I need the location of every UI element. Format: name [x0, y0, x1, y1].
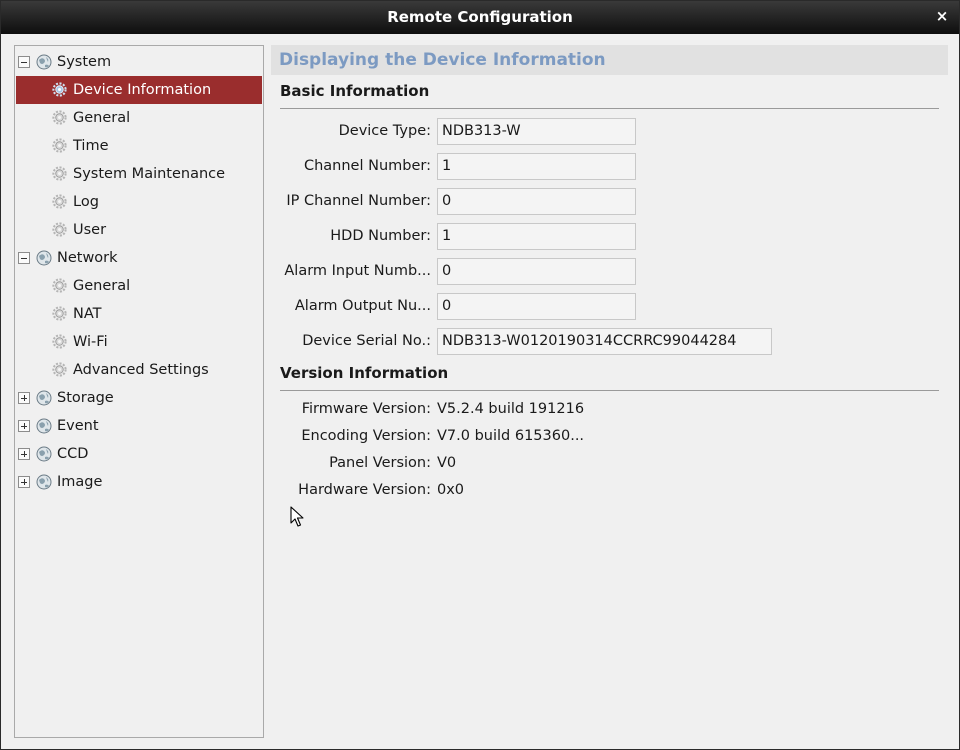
close-icon[interactable]: × — [933, 7, 951, 25]
basic-information-heading: Basic Information — [280, 82, 430, 100]
tree-group-label: System — [57, 54, 112, 70]
encoding-version-value: V7.0 build 615360... — [437, 428, 585, 444]
device-serial-number-label: Device Serial No.: — [302, 333, 431, 349]
tree-group-label: Network — [57, 250, 118, 266]
tree-item-label: General — [73, 278, 131, 294]
alarm-input-number-label: Alarm Input Numb... — [284, 263, 431, 279]
globe-icon — [36, 250, 52, 266]
globe-icon — [36, 446, 52, 462]
firmware-version-value: V5.2.4 build 191216 — [437, 401, 585, 417]
hdd-number-label: HDD Number: — [330, 228, 431, 244]
gear-icon — [52, 362, 67, 377]
panel-version-label: Panel Version: — [329, 455, 431, 471]
hardware-version-label: Hardware Version: — [298, 482, 431, 498]
alarm-output-number-label: Alarm Output Nu... — [294, 298, 431, 314]
expand-toggle-icon[interactable] — [18, 420, 30, 432]
version-information-heading: Version Information — [280, 364, 449, 382]
device-type-label: Device Type: — [338, 123, 431, 139]
channel-number-label: Channel Number: — [303, 158, 431, 174]
gear-icon — [52, 222, 67, 237]
title-bar: Remote Configuration × — [1, 1, 959, 34]
tree-item-wifi[interactable]: Wi-Fi — [16, 328, 262, 356]
tree-item-network-general[interactable]: General — [16, 272, 262, 300]
gear-icon — [52, 194, 67, 209]
expand-toggle-icon[interactable] — [18, 448, 30, 460]
channel-number-field[interactable]: 1 — [437, 153, 636, 180]
tree-item-user[interactable]: User — [16, 216, 262, 244]
tree-group-event[interactable]: Event — [16, 412, 262, 440]
globe-icon — [36, 54, 52, 70]
tree-item-general[interactable]: General — [16, 104, 262, 132]
tree-item-label: General — [73, 110, 131, 126]
tree-item-system-maintenance[interactable]: System Maintenance — [16, 160, 262, 188]
collapse-toggle-icon[interactable] — [18, 252, 30, 264]
tree-group-ccd[interactable]: CCD — [16, 440, 262, 468]
tree-item-label: Device Information — [73, 82, 212, 98]
globe-icon — [36, 418, 52, 434]
section-divider — [280, 390, 939, 391]
tree-group-image[interactable]: Image — [16, 468, 262, 496]
tree-group-label: Event — [57, 418, 99, 434]
panel-version-value: V0 — [437, 455, 457, 471]
gear-icon — [52, 138, 67, 153]
encoding-version-label: Encoding Version: — [301, 428, 431, 444]
expand-toggle-icon[interactable] — [18, 476, 30, 488]
hardware-version-value: 0x0 — [437, 482, 465, 498]
window-title: Remote Configuration — [387, 8, 573, 26]
section-divider — [280, 108, 939, 109]
tree-item-label: Advanced Settings — [73, 362, 209, 378]
tree-item-label: System Maintenance — [73, 166, 226, 182]
mouse-pointer-icon — [290, 506, 304, 527]
gear-icon — [52, 110, 67, 125]
gear-icon — [52, 334, 67, 349]
gear-icon — [52, 278, 67, 293]
tree-group-label: Storage — [57, 390, 114, 406]
tree-item-label: Wi-Fi — [73, 334, 108, 350]
expand-toggle-icon[interactable] — [18, 392, 30, 404]
device-serial-number-field[interactable]: NDB313-W0120190314CCRRC99044284 — [437, 328, 772, 355]
tree-group-label: CCD — [57, 446, 89, 462]
device-type-field[interactable]: NDB313-W — [437, 118, 636, 145]
globe-icon — [36, 474, 52, 490]
globe-icon — [36, 390, 52, 406]
device-information-panel: Displaying the Device Information Basic … — [271, 45, 949, 738]
tree-item-label: NAT — [73, 306, 102, 322]
gear-icon — [52, 82, 67, 97]
alarm-input-number-field[interactable]: 0 — [437, 258, 636, 285]
gear-icon — [52, 306, 67, 321]
collapse-toggle-icon[interactable] — [18, 56, 30, 68]
gear-icon — [52, 166, 67, 181]
ip-channel-number-label: IP Channel Number: — [286, 193, 431, 209]
tree-group-label: Image — [57, 474, 103, 490]
tree-item-device-information[interactable]: Device Information — [16, 76, 262, 104]
firmware-version-label: Firmware Version: — [301, 401, 431, 417]
tree-group-system[interactable]: System — [16, 48, 262, 76]
tree-group-network[interactable]: Network — [16, 244, 262, 272]
config-tree: System Device Information General Time S… — [14, 45, 264, 738]
tree-item-advanced-settings[interactable]: Advanced Settings — [16, 356, 262, 384]
tree-item-label: User — [73, 222, 107, 238]
tree-item-nat[interactable]: NAT — [16, 300, 262, 328]
ip-channel-number-field[interactable]: 0 — [437, 188, 636, 215]
tree-item-label: Log — [73, 194, 99, 210]
tree-item-log[interactable]: Log — [16, 188, 262, 216]
tree-item-label: Time — [73, 138, 109, 154]
page-title: Displaying the Device Information — [271, 45, 948, 75]
hdd-number-field[interactable]: 1 — [437, 223, 636, 250]
alarm-output-number-field[interactable]: 0 — [437, 293, 636, 320]
tree-item-time[interactable]: Time — [16, 132, 262, 160]
remote-configuration-window: Remote Configuration × System Device Inf… — [0, 0, 960, 750]
tree-group-storage[interactable]: Storage — [16, 384, 262, 412]
